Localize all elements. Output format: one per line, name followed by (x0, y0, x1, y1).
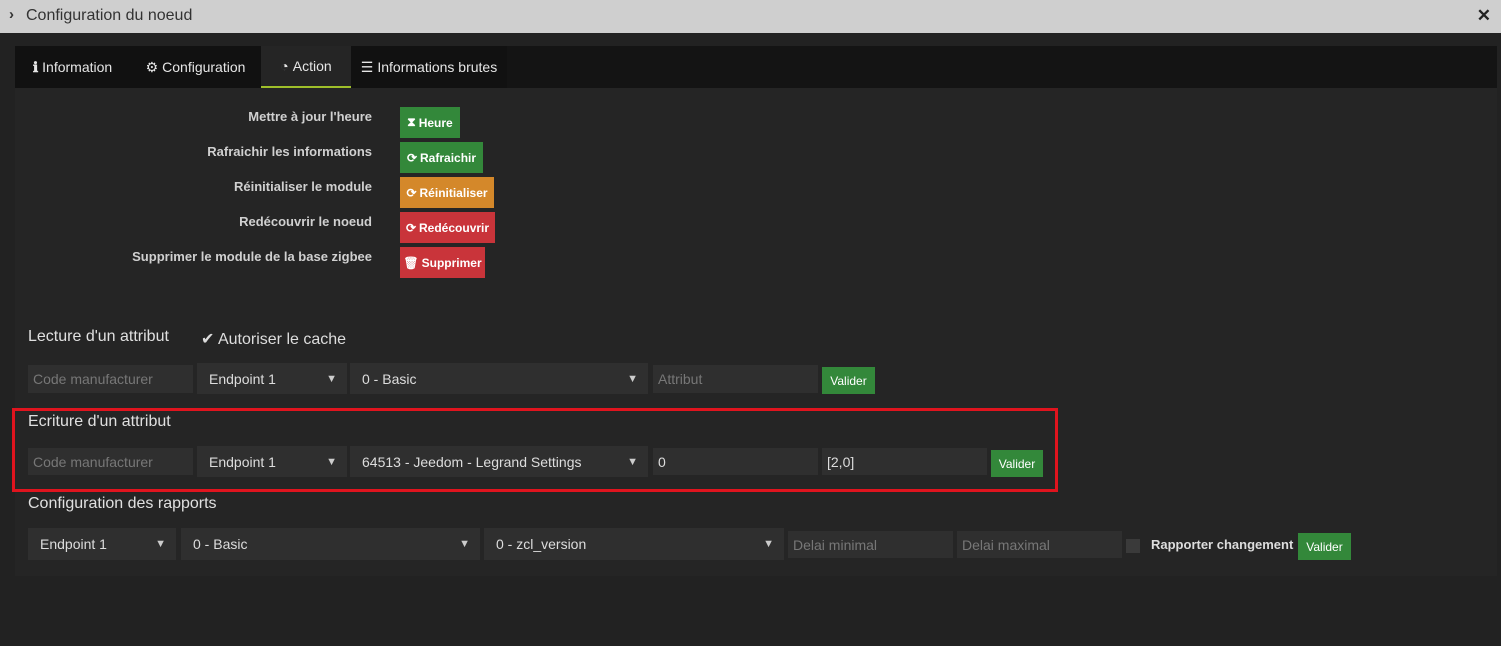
button-label: Supprimer (421, 255, 482, 270)
tab-label: Configuration (162, 59, 246, 75)
cache-checkbox[interactable]: ✔ Autoriser le cache (201, 329, 346, 349)
select-value: 0 - Basic (193, 536, 248, 552)
caret-down-icon: ▼ (627, 372, 638, 385)
select-value: 0 - Basic (362, 370, 417, 387)
hourglass-icon: ⧗ (407, 115, 416, 129)
tab-configuration[interactable]: ⚙ Configuration (130, 46, 261, 88)
supprimer-button[interactable]: 🗑 Supprimer (400, 247, 485, 278)
trash-icon: 🗑 (403, 255, 419, 270)
refresh-icon: ⟳ (406, 150, 418, 165)
caret-down-icon: ▼ (326, 372, 337, 385)
reinitialiser-button[interactable]: ⟳ Réinitialiser (400, 177, 494, 208)
modal-title-bar: › Configuration du noeud ✕ (0, 0, 1501, 33)
select-value: Endpoint 1 (40, 536, 107, 552)
tab-label: Informations brutes (377, 59, 498, 75)
heure-button[interactable]: ⧗ Heure (400, 107, 460, 138)
report-change-label: Rapporter changement (1151, 537, 1294, 552)
report-cluster-select[interactable]: 0 - Basic ▼ (181, 528, 480, 560)
placeholder: Attribut (658, 371, 703, 387)
report-validate-button[interactable]: Valider (1298, 533, 1351, 560)
button-label: Redécouvrir (419, 220, 490, 235)
write-manufacturer-input[interactable]: Code manufacturer (28, 448, 193, 475)
select-value: Endpoint 1 (209, 370, 276, 387)
read-attribute-title: Lecture d'un attribut (28, 328, 169, 345)
select-value: 64513 - Jeedom - Legrand Settings (362, 453, 582, 470)
read-manufacturer-input[interactable]: Code manufacturer (28, 365, 193, 393)
tab-label: Information (42, 59, 113, 75)
caret-down-icon: ▼ (155, 538, 166, 550)
write-attribute-title: Ecriture d'un attribut (28, 413, 171, 430)
report-endpoint-select[interactable]: Endpoint 1 ▼ (28, 528, 176, 560)
caret-down-icon: ▼ (763, 538, 774, 550)
action-label: Supprimer le module de la base zigbee (132, 249, 372, 264)
gear-icon: ⚙ (145, 58, 159, 75)
refresh-icon: ⟳ (405, 220, 417, 235)
report-attribute-select[interactable]: 0 - zcl_version ▼ (484, 528, 784, 560)
info-icon: ℹ (32, 58, 39, 75)
cache-label: Autoriser le cache (217, 331, 347, 348)
read-validate-button[interactable]: Valider (822, 367, 875, 394)
report-change-checkbox[interactable] (1126, 539, 1140, 553)
placeholder: Code manufacturer (33, 371, 153, 387)
select-value: 0 - zcl_version (496, 536, 587, 552)
report-config-title: Configuration des rapports (28, 495, 217, 512)
read-cluster-select[interactable]: 0 - Basic ▼ (350, 363, 648, 394)
write-value-input[interactable]: [2,0] (822, 448, 987, 475)
caret-down-icon: ▼ (459, 538, 470, 550)
action-label: Réinitialiser le module (234, 179, 372, 194)
write-validate-button[interactable]: Valider (991, 450, 1043, 477)
check-icon: ✔ (201, 331, 215, 348)
caret-down-icon: ▼ (627, 455, 638, 468)
write-cluster-select[interactable]: 64513 - Jeedom - Legrand Settings ▼ (350, 446, 648, 477)
button-label: Rafraichir (420, 150, 477, 165)
action-label: Mettre à jour l'heure (248, 109, 372, 124)
refresh-icon: ⟳ (406, 185, 417, 200)
tab-information[interactable]: ℹ Information (15, 46, 130, 88)
write-endpoint-select[interactable]: Endpoint 1 ▼ (197, 446, 347, 477)
write-attribute-input[interactable]: 0 (653, 448, 818, 475)
read-attribute-input[interactable]: Attribut (653, 365, 818, 393)
redecouvrir-button[interactable]: ⟳ Redécouvrir (400, 212, 495, 243)
action-label: Rafraichir les informations (207, 144, 372, 159)
select-value: Endpoint 1 (209, 453, 276, 470)
chevron-right-icon: › (9, 6, 14, 23)
placeholder: Delai minimal (793, 536, 878, 553)
tab-informations-brutes[interactable]: ☰ Informations brutes (351, 46, 507, 88)
action-label: Redécouvrir le noeud (239, 214, 372, 229)
panel (15, 46, 1497, 576)
caret-down-icon: ▼ (326, 455, 337, 468)
tab-action[interactable]: ◔ Action (261, 46, 351, 88)
button-label: Réinitialiser (419, 185, 488, 200)
button-label: Heure (418, 115, 453, 130)
dashboard-icon: ◔ (280, 58, 289, 74)
report-min-delay-input[interactable]: Delai minimal (788, 531, 953, 558)
report-max-delay-input[interactable]: Delai maximal (957, 531, 1122, 558)
rafraichir-button[interactable]: ⟳ Rafraichir (400, 142, 483, 173)
placeholder: Delai maximal (962, 536, 1050, 553)
placeholder: Code manufacturer (33, 453, 153, 470)
close-icon[interactable]: ✕ (1477, 6, 1491, 26)
tab-label: Action (292, 58, 332, 74)
list-icon: ☰ (360, 58, 374, 75)
read-endpoint-select[interactable]: Endpoint 1 ▼ (197, 363, 347, 394)
modal-title: Configuration du noeud (26, 7, 193, 24)
